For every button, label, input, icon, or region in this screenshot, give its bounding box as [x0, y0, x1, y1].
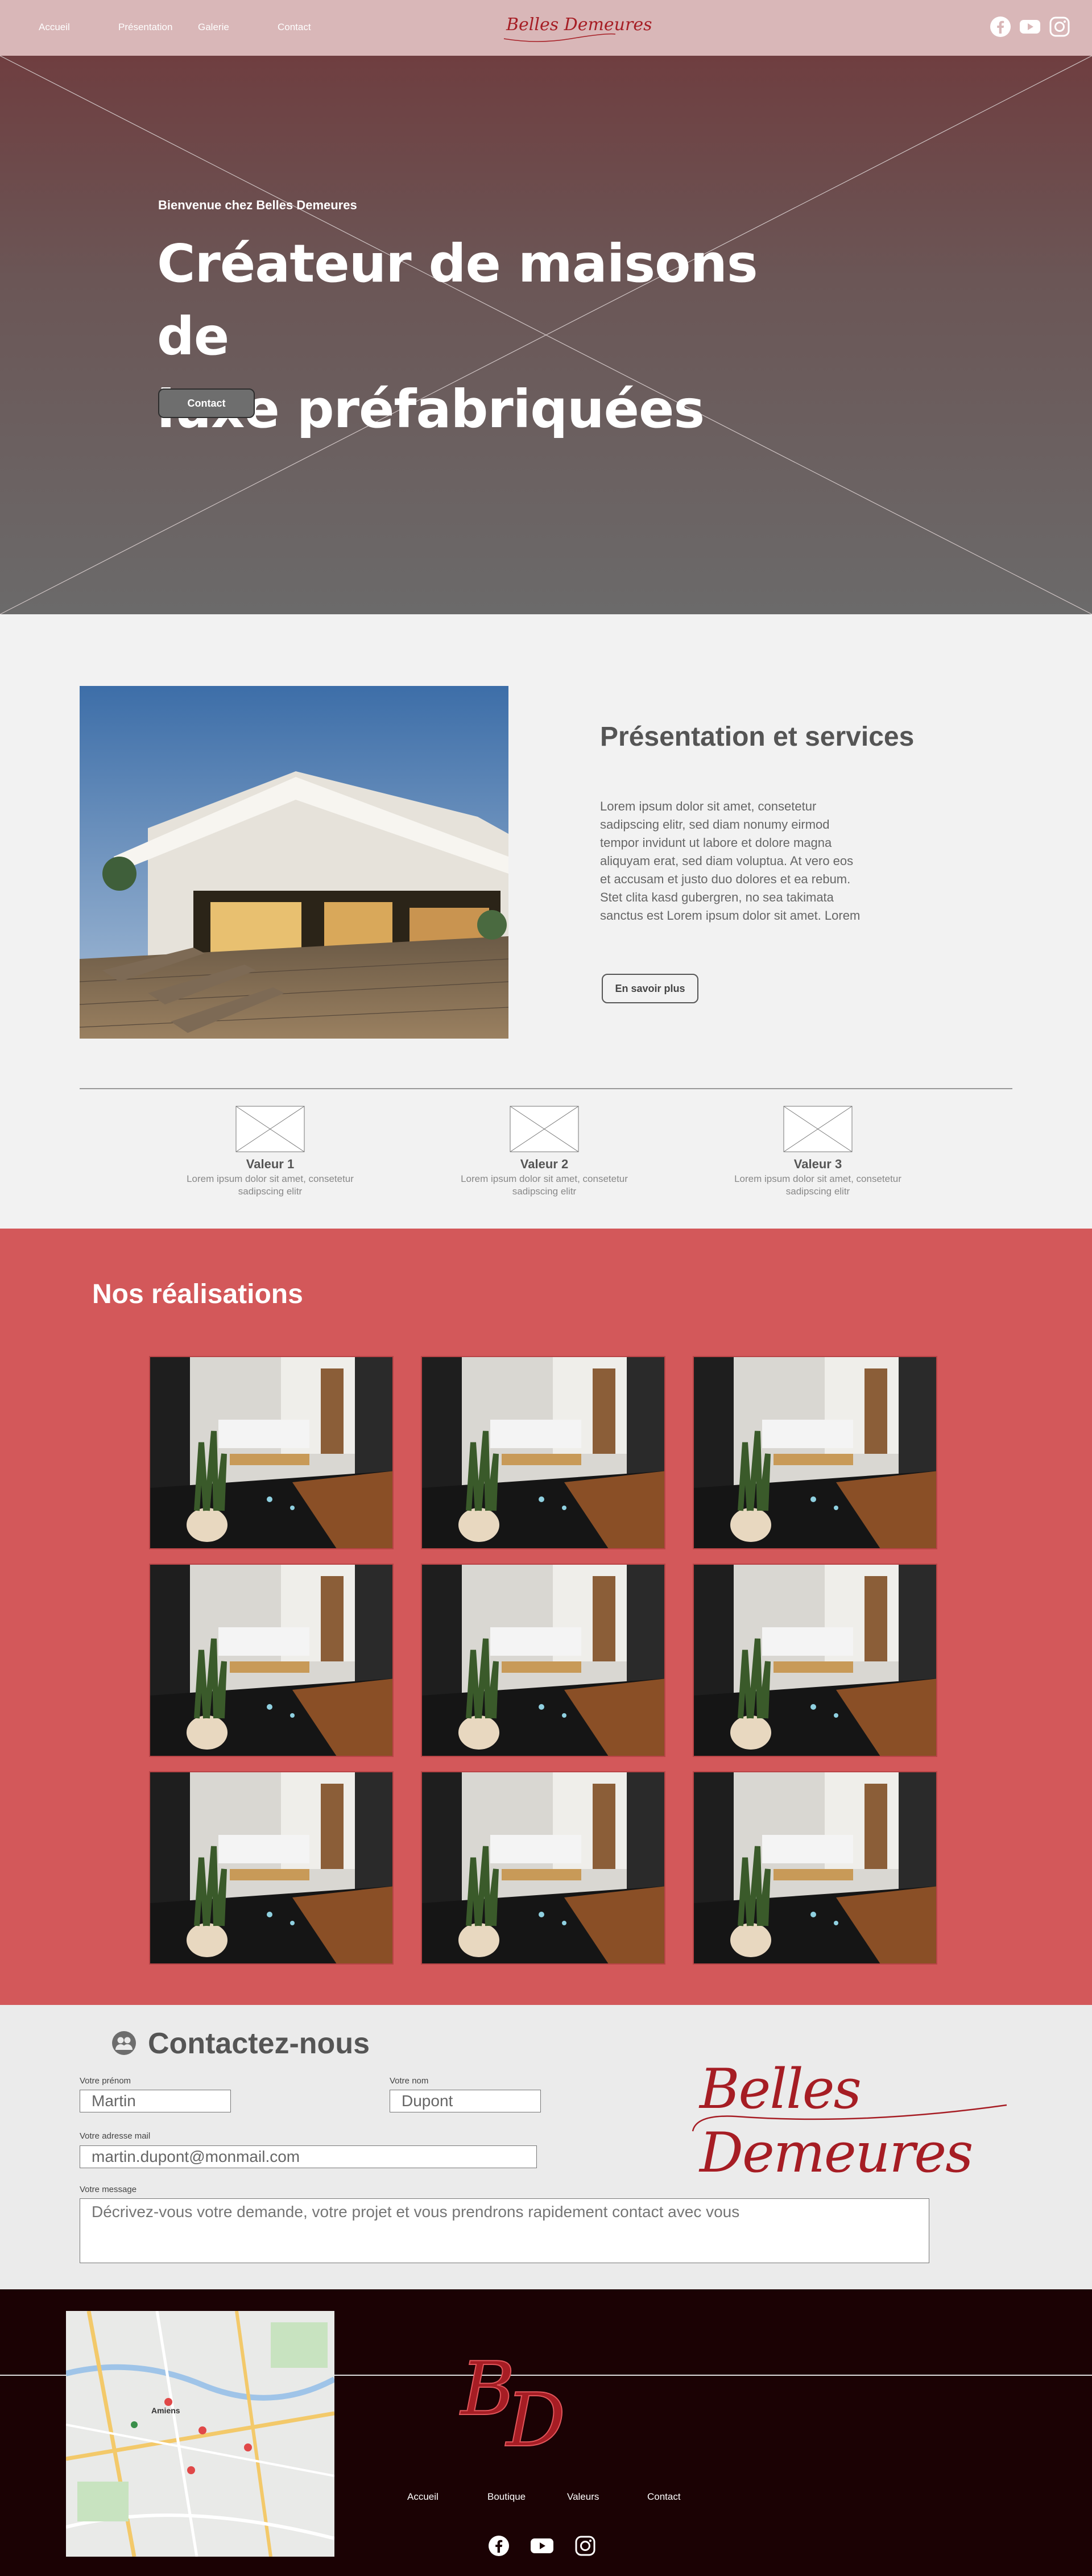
value-text: Lorem ipsum dolor sit amet, consetetur s… — [461, 1173, 628, 1197]
presentation-title: Présentation et services — [600, 722, 915, 752]
value-text: Lorem ipsum dolor sit amet, consetetur s… — [734, 1173, 901, 1197]
site-footer: Amiens B D Accueil Boutique Valeurs Cont… — [0, 2289, 1092, 2576]
gallery-photo-5[interactable] — [421, 1564, 665, 1757]
map-city-label: Amiens — [151, 2406, 180, 2415]
footer-nav-accueil[interactable]: Accueil — [407, 2491, 439, 2503]
value-title: Valeur 2 — [520, 1157, 569, 1171]
realisations-section: Nos réalisations — [0, 1229, 1092, 2005]
header-logo[interactable]: Belles Demeures — [503, 15, 652, 42]
value-image-placeholder — [783, 1106, 853, 1152]
presentation-section: Présentation et services Lorem ipsum dol… — [0, 614, 1092, 1229]
section-divider — [80, 1088, 1012, 1089]
youtube-icon[interactable] — [530, 2535, 554, 2557]
presentation-text: Lorem ipsum dolor sit amet, consetetur s… — [600, 799, 861, 923]
hero-title-line1: Créateur de maisons de — [157, 233, 758, 367]
contact-logo: Belles Demeures — [692, 2057, 1092, 2185]
youtube-icon[interactable] — [1019, 16, 1041, 38]
logo-swash — [503, 33, 616, 42]
footer-monogram-logo: B D — [459, 2352, 566, 2464]
value-image-placeholder — [510, 1106, 579, 1152]
gallery-photo-9[interactable] — [693, 1771, 937, 1965]
lastname-input[interactable] — [390, 2090, 541, 2112]
facebook-icon[interactable] — [990, 16, 1011, 38]
value-image-placeholder — [235, 1106, 305, 1152]
svg-text:D: D — [505, 2377, 565, 2463]
contact-section: Contactez-nous Votre prénom Votre nom Vo… — [0, 2005, 1092, 2289]
value-card-1: Valeur 1 Lorem ipsum dolor sit amet, con… — [168, 1106, 373, 1198]
hero-title: Créateur de maisons de luxe préfabriquée… — [157, 228, 811, 446]
instagram-icon[interactable] — [574, 2535, 596, 2557]
gallery-photo-7[interactable] — [149, 1771, 394, 1965]
hero-contact-button[interactable]: Contact — [158, 388, 255, 418]
realisations-title: Nos réalisations — [92, 1279, 303, 1309]
nav-galerie[interactable]: Galerie — [198, 22, 229, 33]
presentation-photo — [80, 686, 508, 1039]
gallery-photo-4[interactable] — [149, 1564, 394, 1757]
hero-section: Bienvenue chez Belles Demeures Créateur … — [0, 56, 1092, 614]
footer-nav-boutique[interactable]: Boutique — [487, 2491, 526, 2503]
nav-accueil[interactable]: Accueil — [39, 22, 70, 33]
footer-social — [488, 2535, 596, 2557]
contact-users-icon — [112, 2031, 136, 2055]
header-social — [990, 16, 1070, 38]
learn-more-button[interactable]: En savoir plus — [602, 974, 698, 1003]
firstname-label: Votre prénom — [80, 2076, 131, 2086]
gallery-photo-6[interactable] — [693, 1564, 937, 1757]
nav-contact[interactable]: Contact — [278, 22, 311, 33]
site-header: Accueil Présentation Galerie Contact Bel… — [0, 0, 1092, 56]
nav-presentation[interactable]: Présentation — [118, 22, 172, 33]
gallery-photo-8[interactable] — [421, 1771, 665, 1965]
hero-kicker: Bienvenue chez Belles Demeures — [158, 198, 357, 212]
value-title: Valeur 3 — [793, 1157, 842, 1171]
footer-nav-contact[interactable]: Contact — [647, 2491, 681, 2503]
message-textarea[interactable] — [80, 2198, 929, 2263]
realisations-gallery — [149, 1356, 937, 1965]
location-map[interactable]: Amiens — [66, 2311, 334, 2557]
firstname-input[interactable] — [80, 2090, 231, 2112]
gallery-photo-2[interactable] — [421, 1356, 665, 1549]
instagram-icon[interactable] — [1049, 16, 1070, 38]
value-text: Lorem ipsum dolor sit amet, consetetur s… — [187, 1173, 354, 1197]
value-card-2: Valeur 2 Lorem ipsum dolor sit amet, con… — [442, 1106, 647, 1198]
footer-nav-valeurs[interactable]: Valeurs — [567, 2491, 599, 2503]
gallery-photo-1[interactable] — [149, 1356, 394, 1549]
value-title: Valeur 1 — [246, 1157, 295, 1171]
logo-swash — [692, 2104, 1007, 2132]
email-input[interactable] — [80, 2145, 537, 2168]
contact-title: Contactez-nous — [148, 2027, 370, 2060]
message-label: Votre message — [80, 2185, 137, 2194]
email-label: Votre adresse mail — [80, 2131, 151, 2141]
value-card-3: Valeur 3 Lorem ipsum dolor sit amet, con… — [715, 1106, 920, 1198]
facebook-icon[interactable] — [488, 2535, 510, 2557]
lastname-label: Votre nom — [390, 2076, 429, 2086]
gallery-photo-3[interactable] — [693, 1356, 937, 1549]
